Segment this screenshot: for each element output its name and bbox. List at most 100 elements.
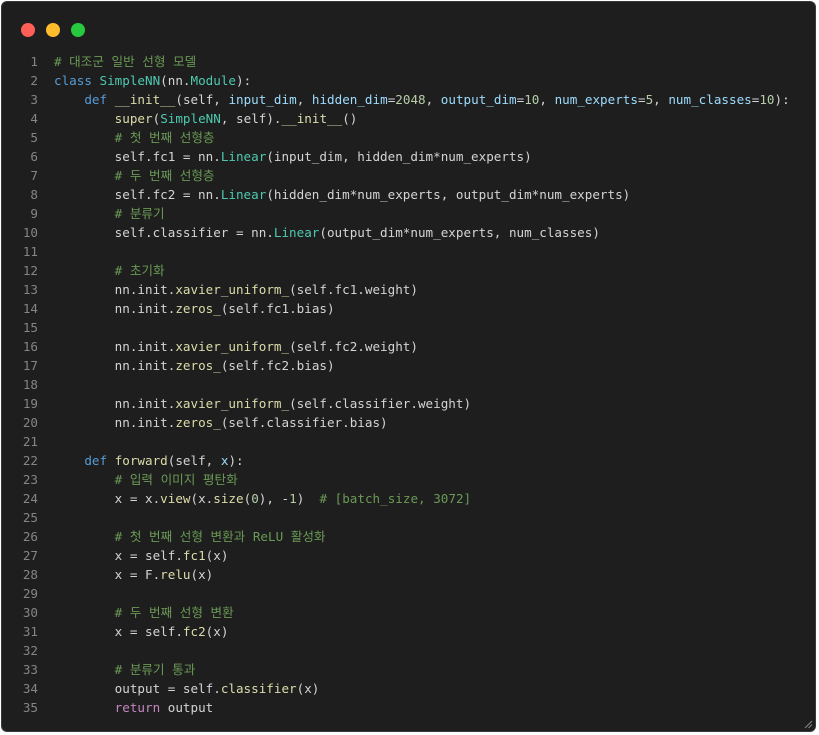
code-line: 28 x = F.relu(x)	[2, 565, 815, 584]
code-token-default: (self.fc2.weight)	[289, 339, 418, 354]
code-line: 11	[2, 242, 815, 261]
code-token-default: (x)	[205, 548, 229, 563]
code-line: 15	[2, 318, 815, 337]
code-line-text: self.classifier = nn.Linear(output_dim*n…	[54, 223, 600, 242]
code-token-function: size	[213, 491, 244, 506]
code-token-class: Linear	[273, 225, 320, 240]
line-number: 7	[30, 168, 38, 183]
code-line: 29	[2, 584, 815, 603]
code-token-number: 10	[524, 92, 540, 107]
code-token-default: self.fc1 = nn.	[54, 149, 221, 164]
line-number: 17	[22, 358, 38, 373]
code-token-default: (x)	[205, 624, 229, 639]
code-token-function: zeros_	[175, 415, 221, 430]
code-line: 7 # 두 번째 선형층	[2, 166, 815, 185]
code-token-keyword: def	[84, 453, 115, 468]
line-number: 6	[30, 149, 38, 164]
code-token-default	[54, 662, 115, 677]
code-line-text: # 두 번째 선형 변환	[54, 603, 234, 622]
code-line-text: self.fc1 = nn.Linear(input_dim, hidden_d…	[54, 147, 532, 166]
code-token-function: zeros_	[175, 301, 221, 316]
code-token-comment: # 분류기	[114, 206, 165, 221]
line-number: 4	[30, 111, 38, 126]
code-token-parameter: hidden_dim	[311, 92, 388, 107]
line-number: 32	[22, 643, 38, 658]
code-line: 31 x = self.fc2(x)	[2, 622, 815, 641]
code-token-comment: # 분류기 통과	[114, 662, 196, 677]
code-token-default	[54, 605, 115, 620]
line-number: 13	[22, 282, 38, 297]
code-token-default	[54, 472, 115, 487]
code-token-default: (x)	[296, 681, 320, 696]
code-line-text: self.fc2 = nn.Linear(hidden_dim*num_expe…	[54, 185, 631, 204]
code-token-default: (self.fc2.bias)	[220, 358, 335, 373]
code-line: 33 # 분류기 통과	[2, 660, 815, 679]
code-token-default: x = self.	[54, 548, 183, 563]
code-token-default: nn.init.	[54, 358, 176, 373]
code-token-keyword: class	[54, 73, 100, 88]
code-token-default	[54, 130, 115, 145]
code-line: 14 nn.init.zeros_(self.fc1.bias)	[2, 299, 815, 318]
code-line: 10 self.classifier = nn.Linear(output_di…	[2, 223, 815, 242]
code-token-number: 2048	[395, 92, 426, 107]
code-line-text: nn.init.xavier_uniform_(self.fc1.weight)	[54, 280, 418, 299]
resize-grip-icon[interactable]	[804, 720, 813, 729]
line-number: 35	[22, 700, 38, 715]
code-line: 1 # 대조군 일반 선형 모델	[2, 52, 815, 71]
code-token-function: fc1	[182, 548, 206, 563]
window-titlebar	[2, 2, 815, 46]
code-token-function: view	[160, 491, 191, 506]
minimize-window-button[interactable]	[46, 23, 60, 37]
maximize-window-button[interactable]	[71, 23, 85, 37]
code-line-text: # 첫 번째 선형층	[54, 128, 215, 147]
code-token-default: (self,	[167, 453, 221, 468]
code-line: 3 def __init__(self, input_dim, hidden_d…	[2, 90, 815, 109]
line-number: 2	[30, 73, 38, 88]
code-token-comment: # 대조군 일반 선형 모델	[54, 54, 197, 69]
line-number: 30	[22, 605, 38, 620]
code-line: 20 nn.init.zeros_(self.classifier.bias)	[2, 413, 815, 432]
code-token-default: nn.init.	[54, 301, 176, 316]
line-number: 27	[22, 548, 38, 563]
line-number: 15	[22, 320, 38, 335]
code-line-text: # 두 번째 선형층	[54, 166, 215, 185]
code-token-function: super	[114, 111, 153, 126]
code-token-default: self.fc2 = nn.	[54, 187, 221, 202]
code-token-class: Module	[190, 73, 237, 88]
line-number: 20	[22, 415, 38, 430]
code-line-text: nn.init.zeros_(self.fc2.bias)	[54, 356, 335, 375]
code-token-default	[54, 529, 115, 544]
close-window-button[interactable]	[21, 23, 35, 37]
line-number: 31	[22, 624, 38, 639]
code-line: 5 # 첫 번째 선형층	[2, 128, 815, 147]
code-token-default: (hidden_dim*num_experts, output_dim*num_…	[266, 187, 631, 202]
code-token-default: (self,	[175, 92, 229, 107]
code-token-class: SimpleNN	[99, 73, 161, 88]
line-number: 23	[22, 472, 38, 487]
code-editor[interactable]: 1 # 대조군 일반 선형 모델 2 class SimpleNN(nn.Module…	[2, 52, 815, 717]
code-token-function: __init__	[114, 92, 176, 107]
code-line-text: def forward(self, x):	[54, 451, 243, 470]
line-number: 33	[22, 662, 38, 677]
code-line-text: # 분류기 통과	[54, 660, 196, 679]
code-token-function: fc2	[182, 624, 206, 639]
code-token-comment: # 두 번째 선형 변환	[114, 605, 234, 620]
code-line-text: return output	[54, 698, 214, 717]
code-token-comment: # 두 번째 선형층	[114, 168, 215, 183]
code-token-parameter: input_dim	[228, 92, 297, 107]
code-token-parameter: num_classes	[668, 92, 752, 107]
line-number: 19	[22, 396, 38, 411]
code-token-function: classifier	[220, 681, 297, 696]
code-line: 22 def forward(self, x):	[2, 451, 815, 470]
line-number: 25	[22, 510, 38, 525]
code-line-text: x = x.view(x.size(0), -1) # [batch_size,…	[54, 489, 471, 508]
code-token-default	[54, 111, 115, 126]
line-number: 26	[22, 529, 38, 544]
code-line: 23 # 입력 이미지 평탄화	[2, 470, 815, 489]
code-token-default	[54, 453, 84, 468]
code-token-function: xavier_uniform_	[175, 396, 290, 411]
line-number: 5	[30, 130, 38, 145]
code-line: 12 # 초기화	[2, 261, 815, 280]
code-token-default: output = self.	[54, 681, 221, 696]
code-token-default: nn.init.	[54, 415, 176, 430]
